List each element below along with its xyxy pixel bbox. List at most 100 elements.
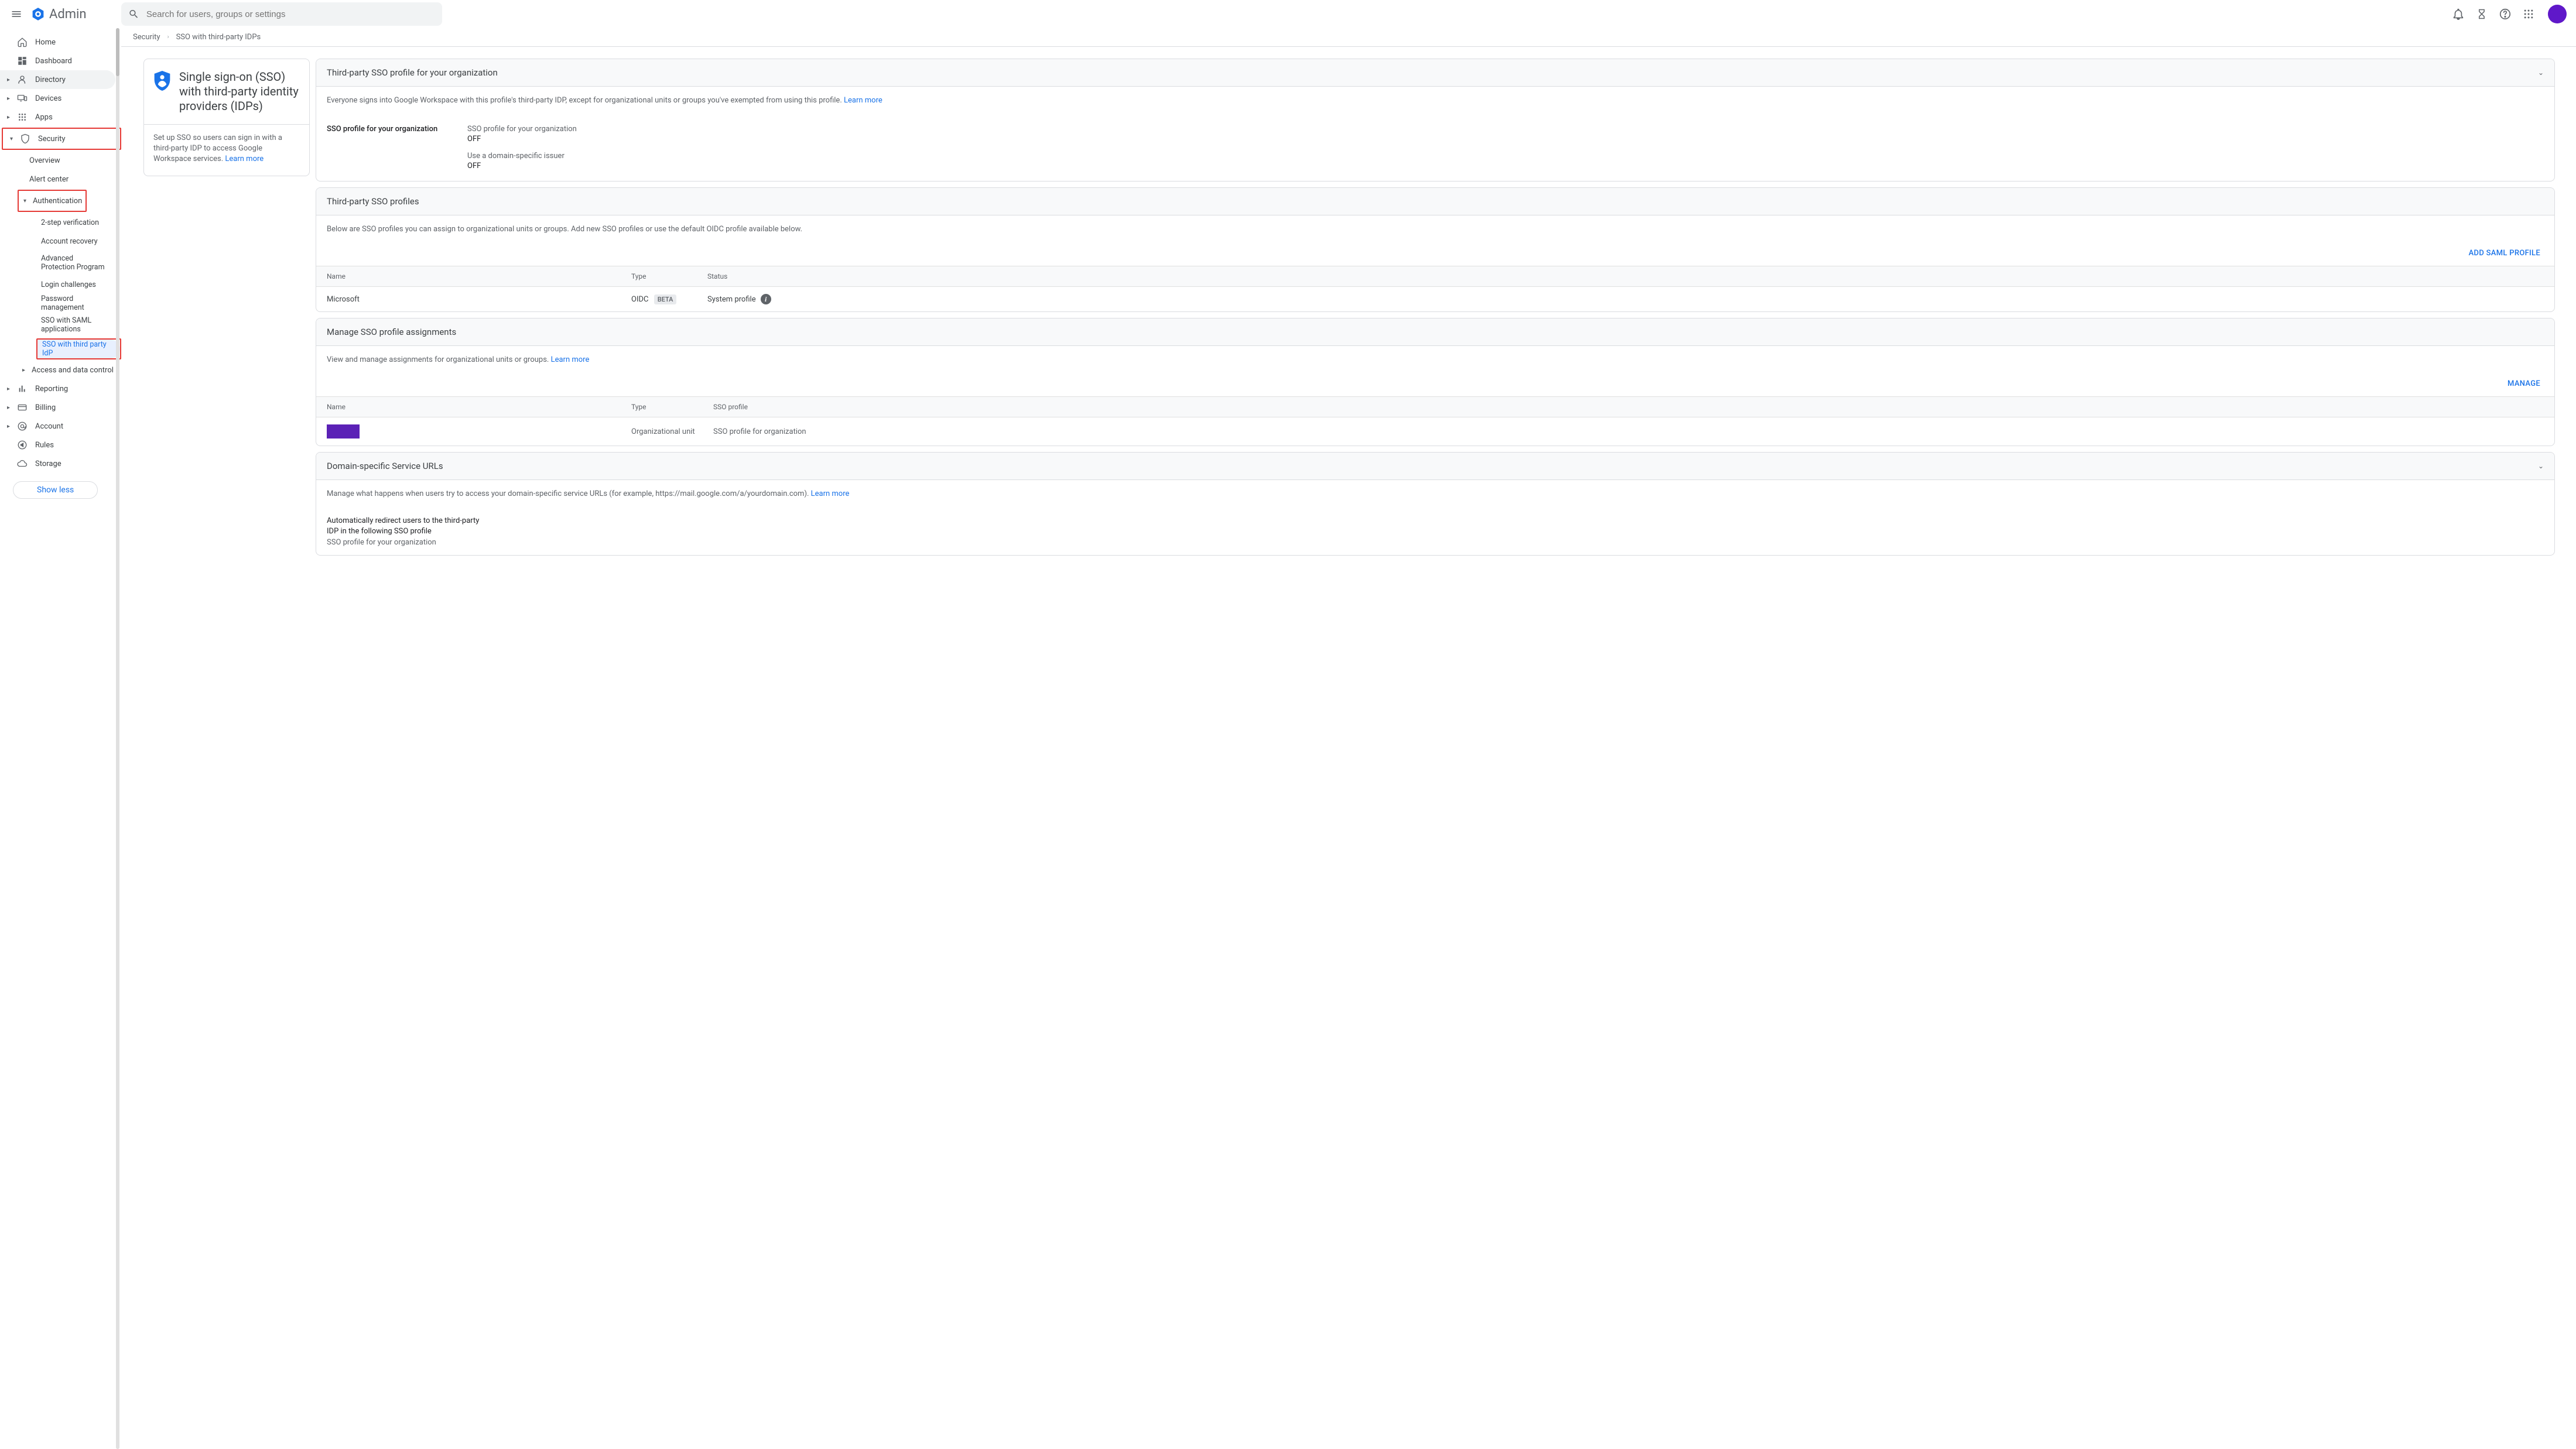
sidebar-item-login-challenges[interactable]: Login challenges: [0, 275, 115, 294]
dashboard-icon: [16, 55, 28, 67]
admin-logo[interactable]: Admin: [30, 6, 87, 22]
info-icon[interactable]: i: [761, 294, 771, 304]
learn-more-link[interactable]: Learn more: [844, 96, 882, 105]
sidebar-item-2step[interactable]: 2-step verification: [0, 213, 115, 232]
sidebar-item-sso-third-party[interactable]: SSO with third party IdP: [37, 340, 120, 358]
learn-more-link[interactable]: Learn more: [551, 355, 590, 364]
chevron-right-icon: ▸: [7, 386, 13, 392]
sidebar-item-apps[interactable]: ▸ Apps: [0, 108, 115, 126]
search-input[interactable]: [146, 9, 435, 19]
sidebar-item-home[interactable]: Home: [0, 33, 115, 52]
domain-auto-redirect[interactable]: Automatically redirect users to the thir…: [316, 508, 2554, 555]
rules-icon: [16, 439, 28, 451]
chevron-right-icon: ›: [167, 34, 169, 40]
panel-header-assignments: Manage SSO profile assignments: [316, 318, 2554, 346]
sidebar-item-overview[interactable]: Overview: [0, 151, 115, 170]
chevron-right-icon: ▸: [7, 423, 13, 430]
sidebar-item-account[interactable]: ▸ Account: [0, 417, 115, 436]
chevron-right-icon: ▸: [7, 95, 13, 102]
sidebar-label: Directory: [35, 76, 66, 84]
sidebar-item-billing[interactable]: ▸ Billing: [0, 398, 115, 417]
search-bar[interactable]: [121, 2, 442, 26]
sidebar-item-alert-center[interactable]: Alert center: [0, 170, 115, 189]
sidebar-item-password-mgmt[interactable]: Password management: [0, 294, 115, 313]
notifications-icon[interactable]: [2452, 8, 2465, 20]
chevron-down-icon: ▾: [23, 198, 29, 204]
sidebar-item-access-data-control[interactable]: ▸ Access and data control: [0, 361, 115, 379]
assignments-table-header: Name Type SSO profile: [316, 396, 2554, 417]
main-content: Security › SSO with third-party IDPs Sin…: [121, 28, 2576, 1449]
assignments-table-row[interactable]: Organizational unit SSO profile for orga…: [316, 417, 2554, 446]
breadcrumb: Security › SSO with third-party IDPs: [121, 28, 2576, 47]
chevron-right-icon: ▸: [22, 367, 28, 374]
user-avatar[interactable]: [2548, 5, 2567, 23]
panel-body-org-profile: Everyone signs into Google Workspace wit…: [316, 87, 2554, 114]
hourglass-icon[interactable]: [2475, 8, 2488, 20]
chevron-right-icon: ▸: [7, 405, 13, 411]
shield-icon: [19, 133, 31, 145]
panel-header-domain-urls[interactable]: Domain-specific Service URLs ⌄: [316, 453, 2554, 480]
panel-sso-profiles: Third-party SSO profiles Below are SSO p…: [316, 187, 2555, 312]
sidebar-label: Apps: [35, 113, 53, 122]
sidebar-item-reporting[interactable]: ▸ Reporting: [0, 379, 115, 398]
sidebar-item-storage[interactable]: Storage: [0, 454, 115, 473]
sidebar-item-directory[interactable]: ▸ Directory: [0, 70, 115, 89]
credit-card-icon: [16, 402, 28, 413]
topbar-actions: [2452, 5, 2567, 23]
person-icon: [16, 74, 28, 85]
add-saml-profile-button[interactable]: ADD SAML PROFILE: [316, 243, 2554, 266]
devices-icon: [16, 93, 28, 104]
chevron-right-icon: ▸: [7, 114, 13, 121]
manage-assignments-button[interactable]: MANAGE: [316, 374, 2554, 396]
sidebar-item-devices[interactable]: ▸ Devices: [0, 89, 115, 108]
chevron-down-icon: ▾: [10, 136, 16, 142]
intro-card-desc: Set up SSO so users can sign in with a t…: [144, 125, 309, 176]
sidebar-label: Home: [35, 38, 56, 47]
sidebar-item-adv-protection[interactable]: Advanced Protection Program: [0, 251, 115, 275]
sidebar-label: Dashboard: [35, 57, 72, 66]
sidebar-label: Devices: [35, 94, 61, 103]
learn-more-link[interactable]: Learn more: [225, 155, 264, 163]
panel-domain-urls: Domain-specific Service URLs ⌄ Manage wh…: [316, 452, 2555, 556]
org-profile-row-label: SSO profile for your organization: [327, 125, 450, 170]
bar-chart-icon: [16, 383, 28, 395]
sidebar-item-sso-saml[interactable]: SSO with SAML applications: [0, 313, 115, 337]
intro-card-title: Single sign-on (SSO) with third-party id…: [179, 70, 299, 114]
breadcrumb-current: SSO with third-party IDPs: [176, 33, 261, 42]
sso-shield-icon: [153, 71, 171, 91]
panel-org-profile: Third-party SSO profile for your organiz…: [316, 59, 2555, 181]
sidebar-item-security[interactable]: ▾ Security: [3, 129, 117, 148]
sidebar-scrollbar[interactable]: [116, 28, 119, 1449]
hamburger-menu-icon[interactable]: [9, 7, 23, 21]
redacted-org-name: [327, 424, 360, 439]
help-icon[interactable]: [2499, 8, 2512, 20]
profiles-table-row[interactable]: Microsoft OIDC BETA System profile i: [316, 287, 2554, 311]
sidebar: Home Dashboard ▸ Directory ▸ Devices ▸ A…: [0, 28, 121, 1449]
show-less-button[interactable]: Show less: [13, 481, 98, 499]
breadcrumb-root[interactable]: Security: [133, 33, 160, 42]
sidebar-item-account-recovery[interactable]: Account recovery: [0, 232, 115, 251]
profiles-table-header: Name Type Status: [316, 266, 2554, 287]
panel-header-org-profile[interactable]: Third-party SSO profile for your organiz…: [316, 59, 2554, 87]
sidebar-label: Security: [38, 135, 66, 143]
cloud-icon: [16, 458, 28, 470]
org-profile-details[interactable]: SSO profile for your organization SSO pr…: [316, 114, 2554, 181]
learn-more-link[interactable]: Learn more: [811, 489, 850, 498]
sidebar-item-authentication[interactable]: ▾ Authentication: [19, 191, 82, 210]
sidebar-label: Overview: [29, 156, 60, 165]
home-icon: [16, 36, 28, 48]
chevron-down-icon[interactable]: ⌄: [2538, 68, 2544, 77]
top-bar: Admin: [0, 0, 2576, 28]
beta-badge: BETA: [654, 294, 677, 304]
sidebar-label: Alert center: [29, 175, 69, 184]
panel-header-sso-profiles: Third-party SSO profiles: [316, 188, 2554, 215]
chevron-down-icon[interactable]: ⌄: [2538, 462, 2544, 470]
sidebar-item-rules[interactable]: Rules: [0, 436, 115, 454]
at-icon: [16, 420, 28, 432]
apps-grid-icon[interactable]: [2522, 8, 2535, 20]
intro-card: Single sign-on (SSO) with third-party id…: [143, 59, 310, 176]
panel-assignments: Manage SSO profile assignments View and …: [316, 318, 2555, 446]
scrollbar-thumb[interactable]: [116, 28, 119, 76]
sidebar-item-dashboard[interactable]: Dashboard: [0, 52, 115, 70]
apps-icon: [16, 111, 28, 123]
